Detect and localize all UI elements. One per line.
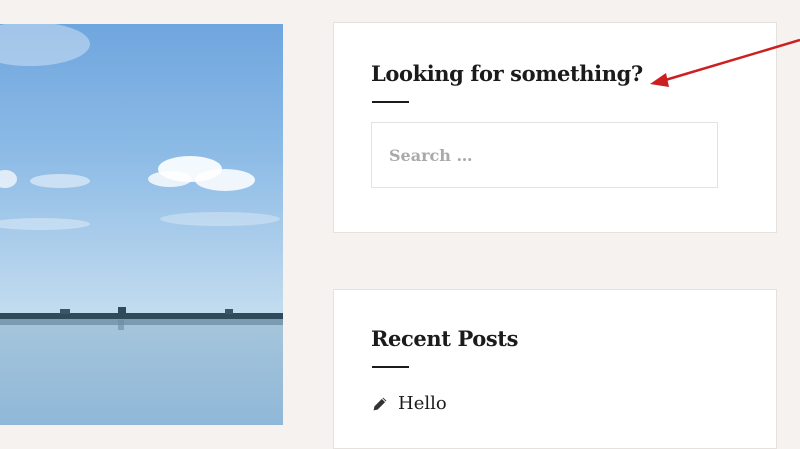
recent-posts-title: Recent Posts bbox=[371, 326, 519, 351]
pencil-icon bbox=[373, 397, 387, 410]
hero-landscape-image bbox=[0, 24, 283, 425]
title-underline bbox=[372, 101, 409, 103]
search-input[interactable] bbox=[372, 123, 717, 187]
search-field[interactable] bbox=[371, 122, 718, 188]
search-widget: Looking for something? bbox=[333, 22, 777, 233]
title-underline bbox=[372, 366, 409, 368]
recent-post-item[interactable]: Hello bbox=[372, 393, 447, 414]
recent-post-link[interactable]: Hello bbox=[398, 393, 447, 414]
recent-posts-widget: Recent Posts Hello bbox=[333, 289, 777, 449]
search-widget-title: Looking for something? bbox=[371, 61, 643, 86]
